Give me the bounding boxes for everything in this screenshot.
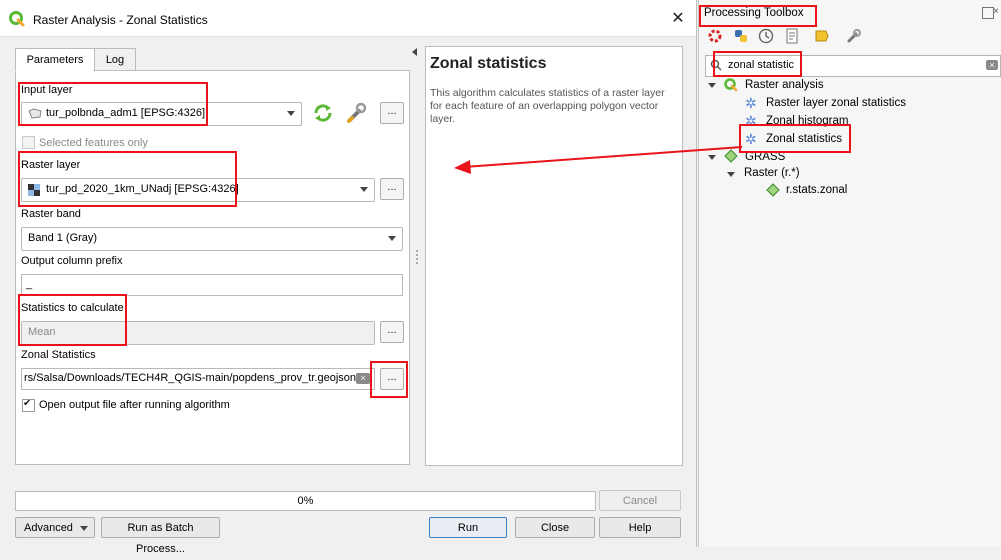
- panel-splitter[interactable]: [416, 250, 420, 264]
- help-description: This algorithm calculates statistics of …: [430, 87, 665, 125]
- raster-band-label: Raster band: [21, 208, 81, 220]
- raster-band-combo[interactable]: Band 1 (Gray): [21, 227, 403, 251]
- chevron-down-icon: [287, 111, 295, 116]
- expand-raster-analysis-icon[interactable]: [708, 83, 716, 88]
- progress-bar: 0%: [15, 491, 596, 511]
- help-title: Zonal statistics: [430, 55, 547, 72]
- results-viewer-icon[interactable]: [784, 28, 800, 44]
- grass-algorithm-icon: [766, 183, 780, 197]
- dialog-title: Raster Analysis - Zonal Statistics: [33, 13, 208, 27]
- models-icon[interactable]: [707, 28, 723, 44]
- options-wrench-icon[interactable]: [846, 28, 862, 44]
- output-label: Zonal Statistics: [21, 349, 96, 361]
- highlight-input-layer: [18, 82, 208, 126]
- cancel-button[interactable]: Cancel: [599, 490, 681, 511]
- prefix-input[interactable]: _: [21, 274, 403, 296]
- raster-band-value: Band 1 (Gray): [28, 232, 98, 244]
- help-button[interactable]: Help: [599, 517, 681, 538]
- clear-icon[interactable]: ×: [356, 373, 370, 384]
- iterate-icon[interactable]: [312, 103, 334, 123]
- tree-r-stats-zonal[interactable]: r.stats.zonal: [786, 184, 847, 196]
- highlight-toolbox-title: [699, 5, 817, 27]
- chevron-down-icon: [388, 236, 396, 241]
- close-button[interactable]: Close: [515, 517, 595, 538]
- highlight-zonal-statistics: [739, 124, 851, 153]
- qgis-logo-icon: [9, 11, 25, 27]
- highlight-search: [713, 51, 802, 77]
- qgis-provider-icon: [724, 78, 738, 92]
- tab-parameters[interactable]: Parameters: [15, 48, 95, 72]
- selected-features-label: Selected features only: [39, 137, 148, 149]
- batch-process-button[interactable]: Run as Batch Process...: [101, 517, 220, 555]
- close-panel-icon[interactable]: ×: [993, 7, 1001, 17]
- wrench-icon[interactable]: [345, 101, 369, 125]
- algorithm-gear-icon: ✲: [745, 95, 757, 111]
- clear-search-icon[interactable]: ×: [986, 60, 998, 70]
- advanced-button[interactable]: Advanced: [15, 517, 95, 538]
- output-path-value: rs/Salsa/Downloads/TECH4R_QGIS-main/popd…: [24, 372, 356, 384]
- open-output-label: Open output file after running algorithm: [39, 399, 230, 411]
- highlight-raster-layer: [18, 151, 237, 207]
- collapse-help-icon[interactable]: [412, 48, 417, 56]
- tree-raster-layer-zonal-statistics[interactable]: Raster layer zonal statistics: [766, 97, 906, 109]
- highlight-statistics: [18, 294, 127, 346]
- advanced-label: Advanced: [24, 522, 73, 534]
- tree-raster-r[interactable]: Raster (r.*): [744, 167, 800, 179]
- output-path-input[interactable]: rs/Salsa/Downloads/TECH4R_QGIS-main/popd…: [21, 368, 375, 390]
- edit-features-icon[interactable]: [814, 28, 830, 44]
- close-icon[interactable]: ✕: [668, 9, 688, 29]
- progress-text: 0%: [297, 495, 314, 507]
- input-layer-ellipsis-button[interactable]: ...: [380, 102, 404, 124]
- open-output-checkbox[interactable]: [22, 398, 35, 412]
- run-button[interactable]: Run: [429, 517, 507, 538]
- statistics-ellipsis-button[interactable]: ...: [380, 321, 404, 343]
- tree-raster-analysis[interactable]: Raster analysis: [745, 79, 824, 91]
- prefix-value: _: [26, 278, 33, 290]
- annotation-arrow: [454, 146, 743, 174]
- prefix-label: Output column prefix: [21, 255, 123, 267]
- processing-toolbox-panel: [698, 0, 1001, 547]
- chevron-down-icon: [360, 187, 368, 192]
- tab-log[interactable]: Log: [94, 48, 136, 72]
- chevron-down-icon: [80, 526, 88, 531]
- selected-features-checkbox[interactable]: [22, 136, 35, 149]
- history-icon[interactable]: [758, 28, 774, 44]
- raster-layer-ellipsis-button[interactable]: ...: [380, 178, 404, 200]
- python-icon[interactable]: [733, 28, 749, 44]
- highlight-output-browse: [370, 361, 408, 398]
